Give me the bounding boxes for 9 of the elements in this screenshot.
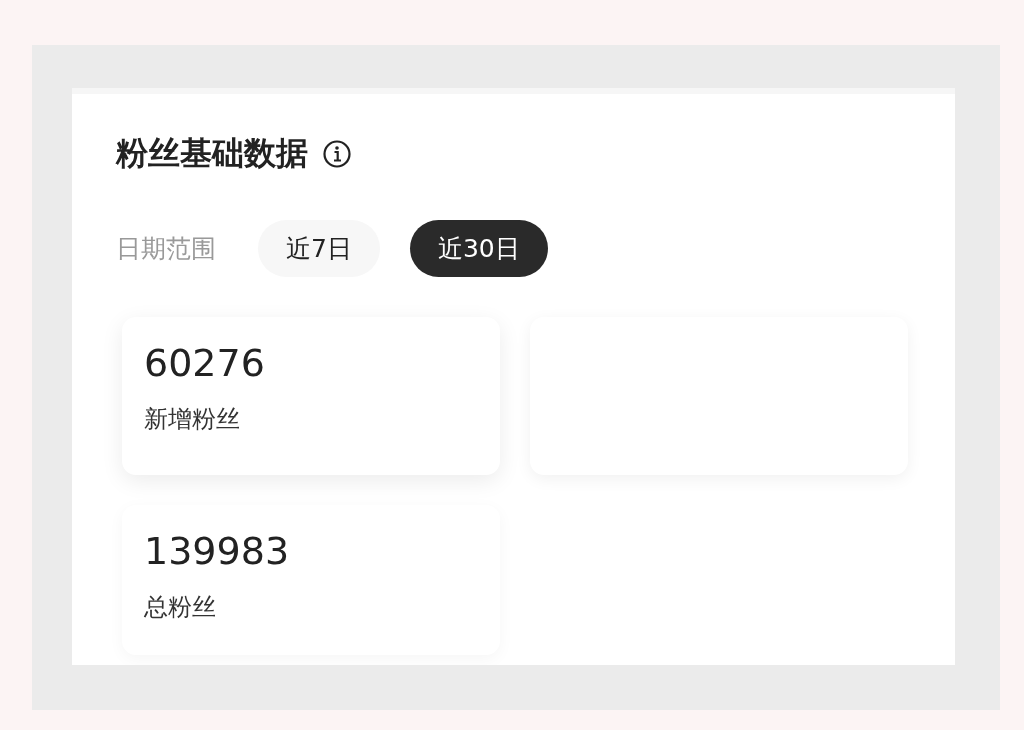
- stat-value: 139983: [144, 529, 291, 573]
- section-title: 粉丝基础数据: [116, 133, 308, 174]
- date-range-tab[interactable]: 近30日: [409, 220, 548, 277]
- stat-value: 60276: [144, 341, 266, 385]
- date-range-tab[interactable]: 近7日: [258, 220, 380, 277]
- stat-label: 总粉丝: [144, 592, 217, 623]
- info-icon[interactable]: [322, 139, 352, 169]
- date-range-label: 日期范围: [116, 233, 216, 265]
- stat-label: 新增粉丝: [144, 404, 241, 435]
